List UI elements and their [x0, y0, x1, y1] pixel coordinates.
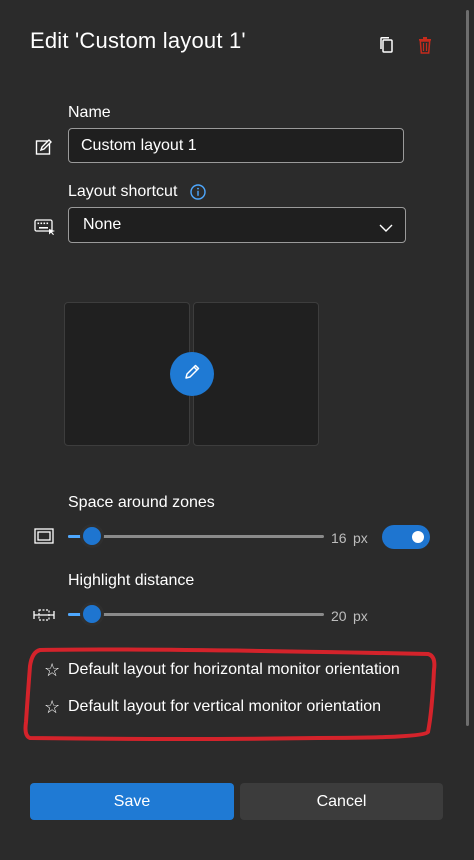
layout-shortcut-label: Layout shortcut	[68, 183, 178, 200]
highlight-distance-value: 20	[331, 608, 347, 624]
space-around-icon	[34, 528, 54, 546]
layout-shortcut-select[interactable]: None	[68, 207, 406, 243]
slider-thumb[interactable]	[80, 524, 104, 548]
toggle-knob	[412, 531, 424, 543]
layout-shortcut-value: None	[83, 216, 122, 233]
pencil-icon	[182, 362, 202, 387]
highlight-distance-slider[interactable]	[68, 602, 324, 626]
chevron-down-icon	[379, 220, 393, 232]
space-around-zones-unit: px	[353, 530, 368, 546]
space-around-zones-label: Space around zones	[68, 494, 215, 511]
copy-icon[interactable]	[378, 36, 396, 54]
delete-icon[interactable]	[416, 36, 434, 54]
edit-layout-dialog: Edit 'Custom layout 1' Name Custom layou…	[0, 0, 474, 860]
slider-thumb[interactable]	[80, 602, 104, 626]
info-icon[interactable]	[190, 184, 206, 200]
space-around-zones-slider[interactable]	[68, 524, 324, 548]
name-input[interactable]: Custom layout 1	[68, 128, 404, 163]
name-input-value: Custom layout 1	[81, 136, 197, 154]
highlight-distance-label: Highlight distance	[68, 572, 195, 589]
space-around-zones-toggle[interactable]	[382, 525, 430, 549]
edit-icon	[35, 138, 55, 156]
cancel-button[interactable]: Cancel	[240, 783, 443, 820]
highlight-distance-icon	[33, 606, 55, 624]
annotation-circle	[18, 642, 438, 742]
scrollbar[interactable]	[466, 10, 469, 726]
edit-zones-button[interactable]	[170, 352, 214, 396]
highlight-distance-unit: px	[353, 608, 368, 624]
keyboard-icon	[34, 217, 56, 235]
name-label: Name	[68, 104, 111, 121]
dialog-title: Edit 'Custom layout 1'	[30, 28, 246, 53]
space-around-zones-value: 16	[331, 530, 347, 546]
save-button[interactable]: Save	[30, 783, 234, 820]
